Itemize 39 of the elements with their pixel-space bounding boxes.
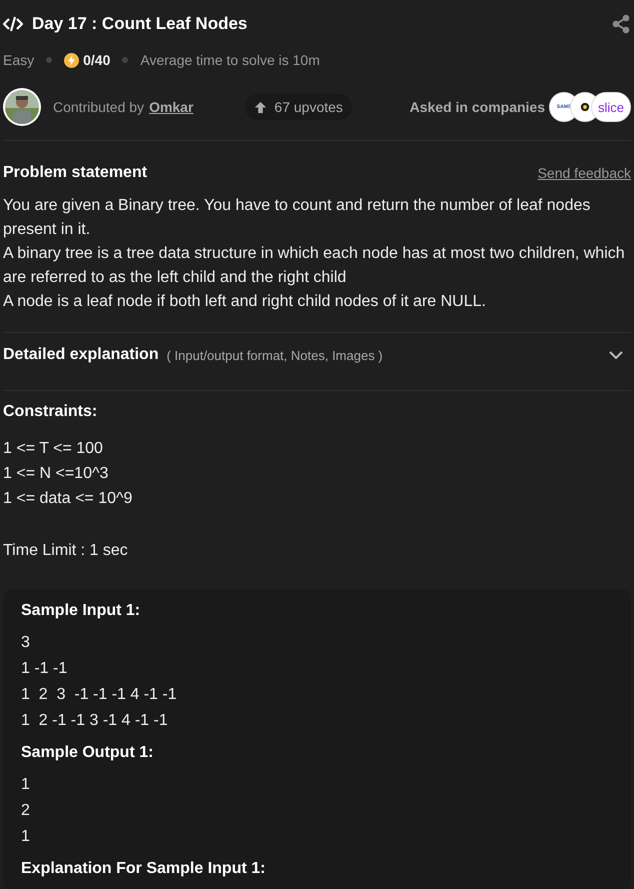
score-text: 0/40 (83, 52, 110, 68)
section-heading: Detailed explanation (3, 346, 159, 364)
sample-text: 1 2 3 -1 -1 -1 4 -1 -1 (21, 685, 178, 705)
statement-text: A binary tree is a tree data structure in which each node has at most two children, which are referred to as the left child and the right child (3, 244, 626, 288)
sample-heading: Sample Output 1: (21, 743, 154, 763)
companies-label: Asked in companies (410, 99, 545, 115)
sample-text: 3 (21, 633, 31, 653)
lightning-icon (64, 52, 80, 68)
upvote-button[interactable]: 67 upvotes (245, 94, 352, 120)
sample-text: 1 (21, 775, 31, 795)
constraint-text: 1 <= T <= 100 (3, 439, 104, 459)
sample-text: 1 -1 -1 (21, 659, 68, 679)
share-button[interactable] (611, 14, 631, 34)
problem-title: Day 17 : Count Leaf Nodes (32, 14, 248, 34)
sample-text: 1 2 -1 -1 3 -1 4 -1 -1 (21, 711, 169, 731)
details-hint: ( Input/output format, Notes, Images ) (166, 348, 383, 362)
code-icon (3, 16, 23, 32)
statement-text: You are given a Binary tree. You have to count and return the number of leaf nodes present in it. (3, 196, 592, 240)
separator-dot (122, 57, 128, 63)
author-link[interactable]: Omkar (149, 99, 194, 115)
sample-text: 1 (21, 827, 31, 847)
section-heading: Constraints: (3, 403, 98, 422)
sample-heading: Explanation For Sample Input 1: (21, 859, 266, 879)
logo-text: slice (598, 100, 624, 114)
section-heading: Problem statement (3, 164, 148, 182)
sample-text: 2 (21, 801, 31, 821)
statement-text: A node is a leaf node if both left and right child nodes of it are NULL. (3, 292, 487, 312)
separator-dot (46, 57, 52, 63)
difficulty-label: Easy (3, 52, 34, 68)
sample-heading: Sample Input 1: (21, 601, 142, 621)
share-icon (611, 14, 631, 34)
time-limit-text: Time Limit : 1 sec (3, 541, 129, 561)
contributor-label: Contributed by (53, 99, 144, 115)
feedback-link[interactable]: Send feedback (538, 165, 631, 181)
up-arrow-icon (254, 100, 268, 114)
details-toggle[interactable]: Detailed explanation ( Input/output format, Notes, Images ) (3, 333, 631, 377)
average-time-text: Average time to solve is 10m (140, 52, 320, 68)
constraint-text: 1 <= data <= 10^9 (3, 489, 134, 509)
constraint-text: 1 <= N <=10^3 (3, 464, 110, 484)
